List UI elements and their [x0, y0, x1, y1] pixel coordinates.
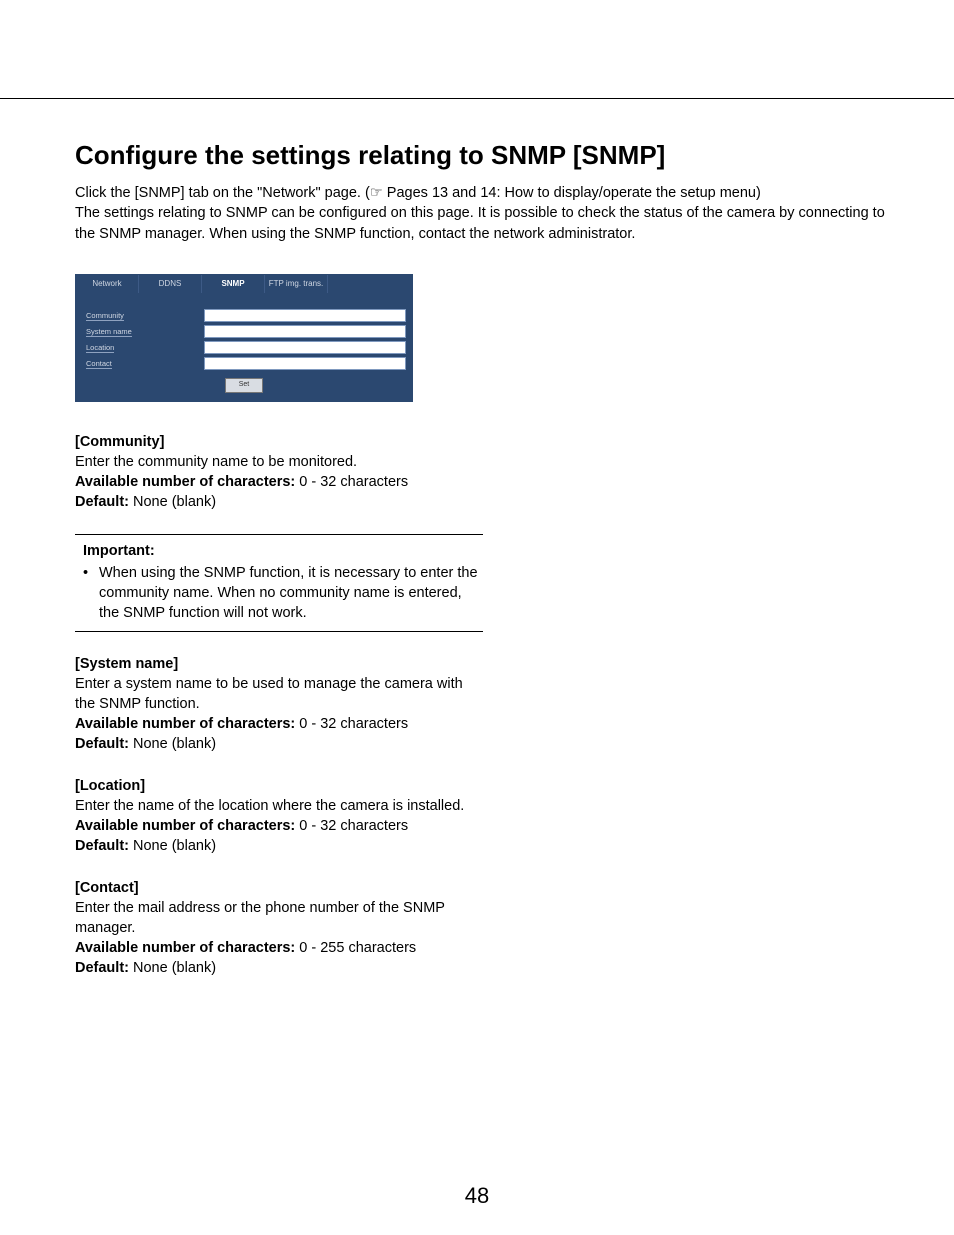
community-default-value: None (blank) — [129, 494, 216, 510]
input-community[interactable] — [204, 309, 406, 322]
label-contact: Contact — [82, 359, 204, 368]
community-chars-label: Available number of characters: — [75, 474, 295, 490]
community-title: [Community] — [75, 432, 483, 452]
system-name-default-label: Default: — [75, 736, 129, 752]
section-system-name: [System name] Enter a system name to be … — [75, 654, 483, 754]
contact-chars-value: 0 - 255 characters — [295, 940, 416, 956]
input-contact[interactable] — [204, 357, 406, 370]
location-chars-value: 0 - 32 characters — [295, 818, 408, 834]
important-label: Important: — [83, 541, 483, 561]
tab-network[interactable]: Network — [76, 275, 139, 293]
important-rule-bottom — [75, 631, 483, 632]
contact-desc: Enter the mail address or the phone numb… — [75, 898, 483, 938]
important-rule-top — [75, 534, 483, 535]
bullet-dot: • — [83, 563, 91, 623]
label-location: Location — [82, 343, 204, 352]
tab-ddns[interactable]: DDNS — [139, 275, 202, 293]
location-desc: Enter the name of the location where the… — [75, 796, 483, 816]
important-text: When using the SNMP function, it is nece… — [99, 563, 483, 623]
label-community: Community — [82, 311, 204, 320]
form-area: Community System name Location Contact S… — [76, 293, 412, 401]
top-rule — [0, 98, 954, 99]
snmp-settings-screenshot: Network DDNS SNMP FTP img. trans. Commun… — [75, 274, 413, 402]
community-default-label: Default: — [75, 494, 129, 510]
location-title: [Location] — [75, 776, 483, 796]
system-name-chars-label: Available number of characters: — [75, 716, 295, 732]
intro-line-2: The settings relating to SNMP can be con… — [75, 205, 885, 241]
input-location[interactable] — [204, 341, 406, 354]
contact-chars-label: Available number of characters: — [75, 940, 295, 956]
location-chars-label: Available number of characters: — [75, 818, 295, 834]
page-number: 48 — [0, 1183, 954, 1209]
important-block: Important: • When using the SNMP functio… — [75, 534, 483, 632]
intro-text: Click the [SNMP] tab on the "Network" pa… — [75, 183, 885, 244]
contact-default-value: None (blank) — [129, 960, 216, 976]
community-chars-value: 0 - 32 characters — [295, 474, 408, 490]
intro-line-1: Click the [SNMP] tab on the "Network" pa… — [75, 185, 761, 201]
section-community: [Community] Enter the community name to … — [75, 432, 483, 512]
system-name-desc: Enter a system name to be used to manage… — [75, 674, 483, 714]
system-name-title: [System name] — [75, 654, 483, 674]
row-system-name: System name — [82, 325, 406, 338]
input-system-name[interactable] — [204, 325, 406, 338]
contact-title: [Contact] — [75, 878, 483, 898]
contact-default-label: Default: — [75, 960, 129, 976]
row-community: Community — [82, 309, 406, 322]
tab-snmp[interactable]: SNMP — [202, 275, 265, 293]
community-desc: Enter the community name to be monitored… — [75, 452, 483, 472]
section-location: [Location] Enter the name of the locatio… — [75, 776, 483, 856]
tab-ftp[interactable]: FTP img. trans. — [265, 275, 328, 293]
set-button[interactable]: Set — [225, 378, 263, 393]
page-title: Configure the settings relating to SNMP … — [75, 140, 885, 171]
location-default-label: Default: — [75, 838, 129, 854]
system-name-chars-value: 0 - 32 characters — [295, 716, 408, 732]
tab-bar: Network DDNS SNMP FTP img. trans. — [76, 275, 412, 293]
system-name-default-value: None (blank) — [129, 736, 216, 752]
location-default-value: None (blank) — [129, 838, 216, 854]
label-system-name: System name — [82, 327, 204, 336]
section-contact: [Contact] Enter the mail address or the … — [75, 878, 483, 978]
row-location: Location — [82, 341, 406, 354]
row-contact: Contact — [82, 357, 406, 370]
